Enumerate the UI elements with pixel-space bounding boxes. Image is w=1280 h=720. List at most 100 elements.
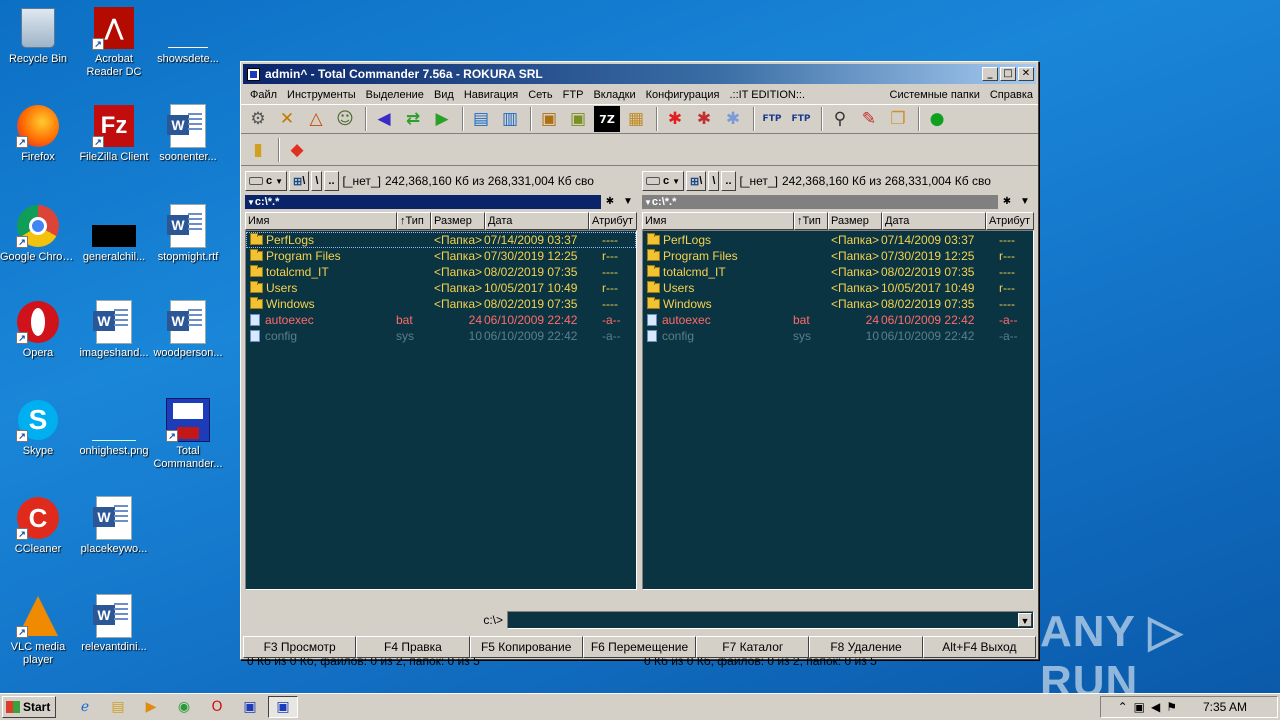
minimize-button[interactable]: _ [982, 67, 998, 81]
left-network-button[interactable]: ⊞ \ [289, 171, 310, 191]
tray-expand-icon[interactable]: ⌃ [1118, 700, 1128, 714]
right-path[interactable]: ▼c:\*.* [642, 195, 998, 209]
right-network-button[interactable]: ⊞ \ [686, 171, 707, 191]
file-row[interactable]: Users <Папка> 10/05/2017 10:49 r--- [643, 280, 1033, 296]
thumbnail-icon[interactable]: △ [303, 106, 329, 132]
back-arrow-icon[interactable]: ◀ [371, 106, 397, 132]
right-dropdown-button[interactable]: ▼ [1016, 195, 1034, 209]
left-path[interactable]: ▼c:\*.* [245, 195, 601, 209]
desktop-icon[interactable]: Wwoodperson... [150, 300, 226, 360]
copy-names-icon[interactable]: ❐ [885, 106, 911, 132]
right-file-list[interactable]: PerfLogs <Папка> 07/14/2009 03:37 ---- Progr… [642, 230, 1034, 590]
7zip-icon[interactable]: 7Z [594, 106, 620, 132]
menu-item[interactable]: Конфигурация [641, 89, 725, 101]
desktop-icon[interactable]: Fz ↗ FileZilla Client [76, 104, 152, 164]
pack-icon[interactable]: ▣ [536, 106, 562, 132]
desktop-icon[interactable]: ⋀ ↗ Acrobat Reader DC [76, 6, 152, 79]
green-light-icon[interactable]: ● [924, 106, 950, 132]
window-titlebar[interactable]: admin^ - Total Commander 7.56a - ROKURA … [243, 64, 1036, 84]
rename-tool-icon[interactable]: ✎ [856, 106, 882, 132]
menu-item[interactable]: Навигация [459, 89, 523, 101]
menu-item[interactable]: Файл [245, 89, 282, 101]
desktop-icon[interactable]: ↗ Google Chrome [0, 204, 76, 264]
menu-item[interactable]: Вкладки [588, 89, 640, 101]
right-root-button[interactable]: \ [708, 171, 720, 191]
left-parent-button[interactable]: .. [324, 171, 339, 191]
maximize-button[interactable]: □ [1000, 67, 1016, 81]
col-name[interactable]: Имя [642, 212, 794, 230]
file-row[interactable]: Windows <Папка> 08/02/2019 07:35 ---- [643, 296, 1033, 312]
col-date[interactable]: Дата [882, 212, 986, 230]
desktop-icon[interactable]: ↗ VLC media player [0, 594, 76, 667]
desktop-icon[interactable]: ↗ Total Commander... [150, 398, 226, 471]
opera-taskbar-icon[interactable]: O [202, 696, 232, 718]
menu-item[interactable]: Справка [985, 89, 1038, 101]
network-tray-icon[interactable]: ▣ [1134, 700, 1145, 714]
file-row[interactable]: Windows <Папка> 08/02/2019 07:35 ---- [246, 296, 636, 312]
col-size[interactable]: Размер [828, 212, 882, 230]
ftp-connect-icon[interactable]: FTP [759, 106, 785, 132]
col-name[interactable]: Имя [245, 212, 397, 230]
menu-item[interactable]: Инструменты [282, 89, 361, 101]
desktop-icon[interactable]: Wsoonenter... [150, 104, 226, 164]
col-ext[interactable]: ↑Тип [397, 212, 431, 230]
desktop-icon[interactable]: C ↗ CCleaner [0, 496, 76, 556]
star-red-icon[interactable]: ✱ [662, 106, 688, 132]
star-blue-icon[interactable]: ✱ [720, 106, 746, 132]
function-key-button[interactable]: F8 Удаление [809, 636, 923, 658]
desktop-icon[interactable]: ↗ Opera [0, 300, 76, 360]
desktop-icon[interactable]: Wstopmight.rtf [150, 204, 226, 264]
function-key-button[interactable]: F6 Перемещение [582, 636, 697, 658]
rokura-logo-icon[interactable]: ◆ [284, 137, 310, 163]
unpack-icon[interactable]: ▣ [565, 106, 591, 132]
menu-item[interactable]: Вид [429, 89, 459, 101]
action-center-flag-icon[interactable]: ⚑ [1166, 700, 1177, 714]
left-drive-select[interactable]: c ▼ [245, 171, 288, 191]
clock[interactable]: 7:35 AM [1203, 700, 1247, 714]
users-icon[interactable]: ☺ [332, 106, 358, 132]
right-parent-button[interactable]: .. [721, 171, 736, 191]
desktop-icon[interactable]: ↗ Firefox [0, 104, 76, 164]
col-attr[interactable]: Атрибут [589, 212, 637, 230]
select-plus-icon[interactable]: ▤ [468, 106, 494, 132]
col-date[interactable]: Дата [485, 212, 589, 230]
desktop-icon[interactable]: showsdete... [150, 6, 226, 66]
file-row[interactable]: totalcmd_IT <Папка> 08/02/2019 07:35 ---- [246, 264, 636, 280]
refresh-icon[interactable]: ⚙ [245, 106, 271, 132]
left-history-button[interactable]: ✱ [601, 195, 619, 209]
file-row[interactable]: Program Files <Папка> 07/30/2019 12:25 r--- [246, 248, 636, 264]
close-button[interactable]: ✕ [1018, 67, 1034, 81]
forward-arrow-icon[interactable]: ▶ [429, 106, 455, 132]
file-row[interactable]: PerfLogs <Папка> 07/14/2009 03:37 ---- [643, 232, 1033, 248]
right-drive-select[interactable]: c ▼ [642, 171, 685, 191]
tree-icon[interactable]: ✕ [274, 106, 300, 132]
menu-item[interactable]: Системные папки [885, 89, 985, 101]
desktop-icon[interactable]: S ↗ Skype [0, 398, 76, 458]
file-row[interactable]: config sys 10 06/10/2009 22:42 -a-- [246, 328, 636, 344]
menu-item[interactable]: FTP [558, 89, 589, 101]
right-history-button[interactable]: ✱ [998, 195, 1016, 209]
col-ext[interactable]: ↑Тип [794, 212, 828, 230]
function-key-button[interactable]: Alt+F4 Выход [922, 636, 1036, 658]
select-minus-icon[interactable]: ▥ [497, 106, 523, 132]
file-row[interactable]: PerfLogs <Папка> 07/14/2009 03:37 ---- [246, 232, 636, 248]
col-attr[interactable]: Атрибут [986, 212, 1034, 230]
file-row[interactable]: Users <Папка> 10/05/2017 10:49 r--- [246, 280, 636, 296]
search-icon[interactable]: ⚲ [827, 106, 853, 132]
left-dropdown-button[interactable]: ▼ [619, 195, 637, 209]
swap-arrow-icon[interactable]: ⇄ [400, 106, 426, 132]
menu-item[interactable]: .::IT EDITION::. [724, 89, 810, 101]
left-root-button[interactable]: \ [311, 171, 323, 191]
desktop-icon[interactable]: Wimageshand... [76, 300, 152, 360]
file-row[interactable]: autoexec bat 24 06/10/2009 22:42 -a-- [643, 312, 1033, 328]
function-key-button[interactable]: F5 Копирование [469, 636, 583, 658]
start-button[interactable]: Start [2, 696, 56, 718]
star-green-icon[interactable]: ✱ [691, 106, 717, 132]
file-row[interactable]: config sys 10 06/10/2009 22:42 -a-- [643, 328, 1033, 344]
command-history-dropdown[interactable]: ▼ [1018, 613, 1032, 627]
internet-explorer-icon[interactable]: ℯ [70, 696, 100, 718]
media-player-icon[interactable]: ▶ [136, 696, 166, 718]
folder-tree-icon[interactable]: ▮ [245, 137, 271, 163]
desktop-icon[interactable]: onhighest.png [76, 398, 152, 458]
function-key-button[interactable]: F4 Правка [356, 636, 470, 658]
